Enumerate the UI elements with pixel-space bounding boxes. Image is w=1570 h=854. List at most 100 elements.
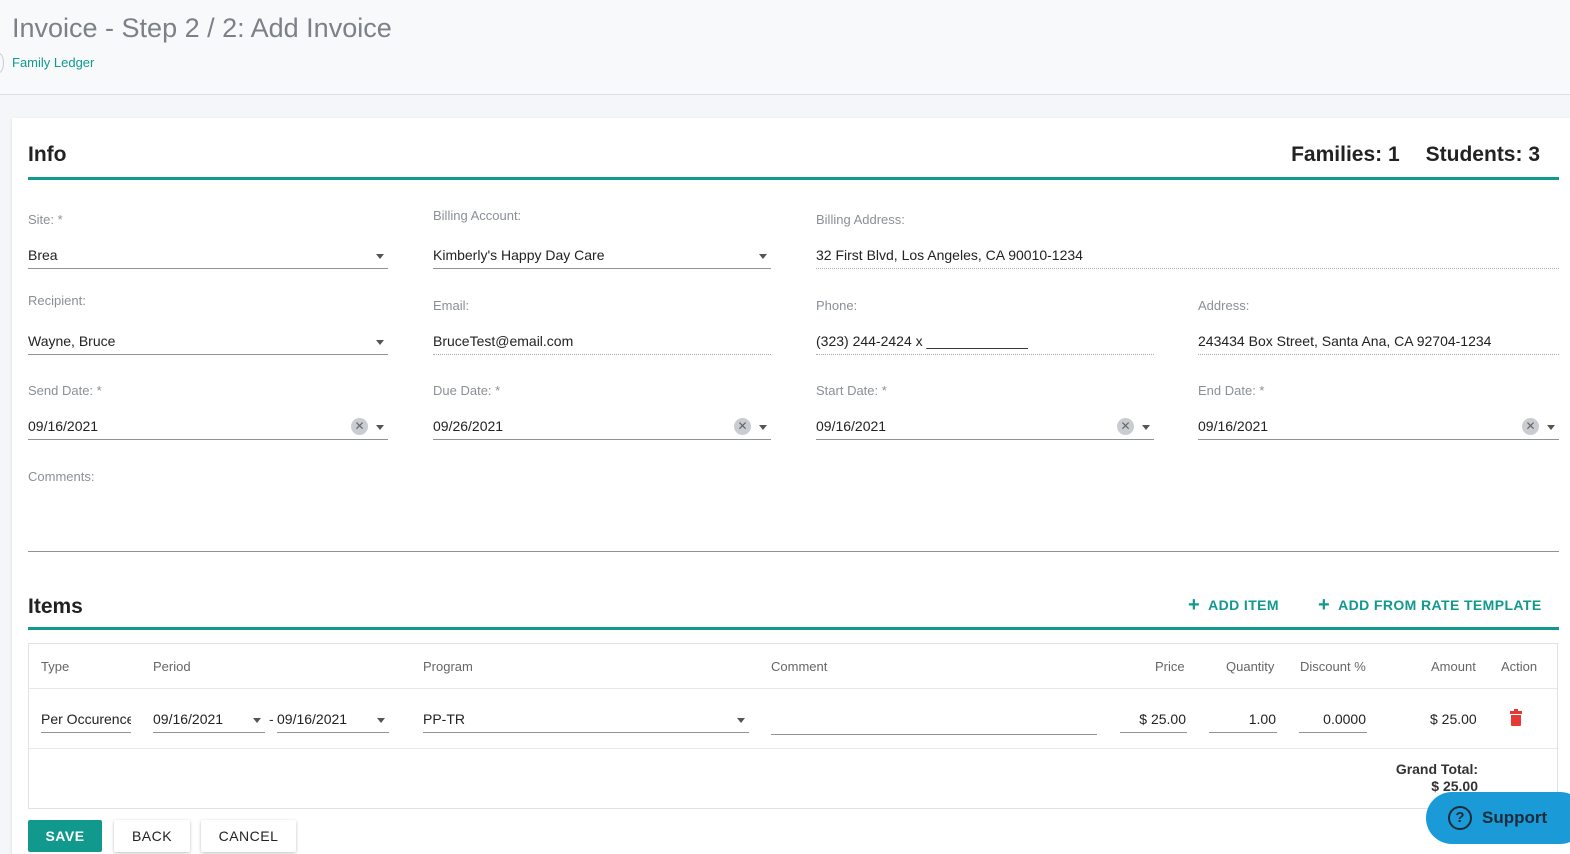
item-type-input[interactable]: Per Occurence: [41, 706, 131, 733]
cancel-button[interactable]: CANCEL: [201, 820, 296, 852]
item-period-end-picker[interactable]: 09/16/2021: [277, 706, 389, 733]
column-header-discount: Discount %: [1300, 659, 1366, 674]
column-header-amount: Amount: [1431, 659, 1476, 674]
column-header-price: Price: [1155, 659, 1185, 674]
column-header-period: Period: [153, 659, 191, 674]
page-header: Invoice - Step 2 / 2: Add Invoice Family…: [0, 0, 1570, 95]
phone-value: (323) 244-2424 x _____________: [816, 333, 1028, 349]
save-button[interactable]: SAVE: [28, 820, 102, 852]
send-date-label: Send Date: *: [28, 383, 102, 398]
item-period-start-value: 09/16/2021: [153, 711, 224, 727]
recipient-select[interactable]: Wayne, Bruce: [28, 327, 388, 355]
item-program-value: PP-TR: [423, 711, 465, 727]
billing-account-label: Billing Account:: [433, 208, 522, 223]
grand-total-label: Grand Total:: [1395, 761, 1478, 777]
start-date-label: Start Date: *: [816, 383, 887, 398]
families-count: Families: 1: [1291, 143, 1400, 166]
chevron-down-icon: [737, 718, 745, 723]
start-date-value: 09/16/2021: [816, 418, 887, 434]
period-separator: -: [269, 711, 274, 727]
question-circle-icon: ?: [1448, 806, 1472, 830]
start-date-picker[interactable]: 09/16/2021 ✕: [816, 412, 1154, 440]
chevron-down-icon: [376, 425, 384, 430]
chevron-down-icon: [1547, 425, 1555, 430]
item-program-select[interactable]: PP-TR: [423, 706, 749, 733]
chevron-down-icon: [253, 718, 261, 723]
chevron-down-icon: [1142, 425, 1150, 430]
item-discount-input[interactable]: 0.0000: [1299, 706, 1367, 733]
email-field: BruceTest@email.com: [433, 327, 771, 355]
counts-summary: Families: 1 Students: 3: [1291, 143, 1540, 167]
info-section-title: Info: [28, 143, 67, 166]
billing-address-field: 32 First Blvd, Los Angeles, CA 90010-123…: [816, 241, 1559, 269]
support-label: Support: [1482, 808, 1548, 827]
send-date-value: 09/16/2021: [28, 418, 99, 434]
item-period-end-value: 09/16/2021: [277, 711, 348, 727]
column-header-comment: Comment: [771, 659, 828, 674]
item-period-start-picker[interactable]: 09/16/2021: [153, 706, 265, 733]
address-value: 243434 Box Street, Santa Ana, CA 92704-1…: [1198, 333, 1492, 349]
phone-label: Phone:: [816, 298, 858, 313]
delete-icon[interactable]: [1510, 709, 1522, 726]
site-label: Site: *: [28, 212, 63, 227]
recipient-value: Wayne, Bruce: [28, 333, 116, 349]
item-row-divider: [29, 748, 1557, 749]
column-header-action: Action: [1501, 659, 1538, 674]
column-header-program: Program: [423, 659, 473, 674]
email-value: BruceTest@email.com: [433, 333, 574, 349]
support-button[interactable]: ? Support: [1426, 792, 1570, 844]
address-label: Address:: [1198, 298, 1250, 313]
add-item-label: ADD ITEM: [1208, 597, 1279, 613]
add-item-button[interactable]: + ADD ITEM: [1188, 594, 1279, 616]
billing-account-value: Kimberly's Happy Day Care: [433, 247, 605, 263]
end-date-label: End Date: *: [1198, 383, 1265, 398]
comments-underline: [28, 551, 1559, 552]
chevron-down-icon: [377, 718, 385, 723]
due-date-label: Due Date: *: [433, 383, 501, 398]
site-value: Brea: [28, 247, 58, 263]
comments-label: Comments:: [28, 469, 95, 484]
item-price-input[interactable]: $ 25.00: [1120, 706, 1187, 733]
comments-textarea[interactable]: [28, 490, 1559, 550]
send-date-picker[interactable]: 09/16/2021 ✕: [28, 412, 388, 440]
clear-icon[interactable]: ✕: [1522, 418, 1539, 435]
add-from-rate-template-button[interactable]: + ADD FROM RATE TEMPLATE: [1318, 594, 1542, 616]
item-amount: $ 25.00: [1430, 711, 1477, 727]
back-button[interactable]: BACK: [114, 820, 190, 852]
billing-account-select[interactable]: Kimberly's Happy Day Care: [433, 241, 771, 269]
email-label: Email:: [433, 298, 470, 313]
due-date-value: 09/26/2021: [433, 418, 504, 434]
end-date-value: 09/16/2021: [1198, 418, 1269, 434]
item-quantity-input[interactable]: 1.00: [1209, 706, 1277, 733]
site-select[interactable]: Brea: [28, 241, 388, 269]
end-date-picker[interactable]: 09/16/2021 ✕: [1198, 412, 1559, 440]
sidebar-toggle-edge[interactable]: [0, 53, 4, 73]
chevron-down-icon: [376, 254, 384, 259]
column-header-quantity: Quantity: [1226, 659, 1275, 674]
clear-icon[interactable]: ✕: [734, 418, 751, 435]
address-field: 243434 Box Street, Santa Ana, CA 92704-1…: [1198, 327, 1559, 355]
billing-address-label: Billing Address:: [816, 212, 905, 227]
clear-icon[interactable]: ✕: [1117, 418, 1134, 435]
column-header-type: Type: [41, 659, 70, 674]
plus-icon: +: [1188, 594, 1201, 616]
grand-total: Grand Total: $ 25.00: [1396, 761, 1478, 795]
plus-icon: +: [1318, 594, 1331, 616]
chevron-down-icon: [376, 340, 384, 345]
chevron-down-icon: [759, 254, 767, 259]
page-title: Invoice - Step 2 / 2: Add Invoice: [12, 13, 392, 43]
chevron-down-icon: [759, 425, 767, 430]
students-count: Students: 3: [1425, 143, 1540, 166]
recipient-label: Recipient:: [28, 293, 86, 308]
header-row-divider: [29, 688, 1557, 689]
breadcrumb-family-ledger[interactable]: Family Ledger: [12, 55, 94, 70]
items-section-title: Items: [28, 595, 83, 618]
items-section-divider: [28, 627, 1559, 630]
add-from-rate-template-label: ADD FROM RATE TEMPLATE: [1338, 597, 1542, 613]
billing-address-value: 32 First Blvd, Los Angeles, CA 90010-123…: [816, 247, 1083, 263]
item-comment-input[interactable]: [771, 708, 1097, 735]
phone-field: (323) 244-2424 x _____________: [816, 327, 1154, 355]
due-date-picker[interactable]: 09/26/2021 ✕: [433, 412, 771, 440]
clear-icon[interactable]: ✕: [351, 418, 368, 435]
info-section-divider: [28, 177, 1559, 180]
